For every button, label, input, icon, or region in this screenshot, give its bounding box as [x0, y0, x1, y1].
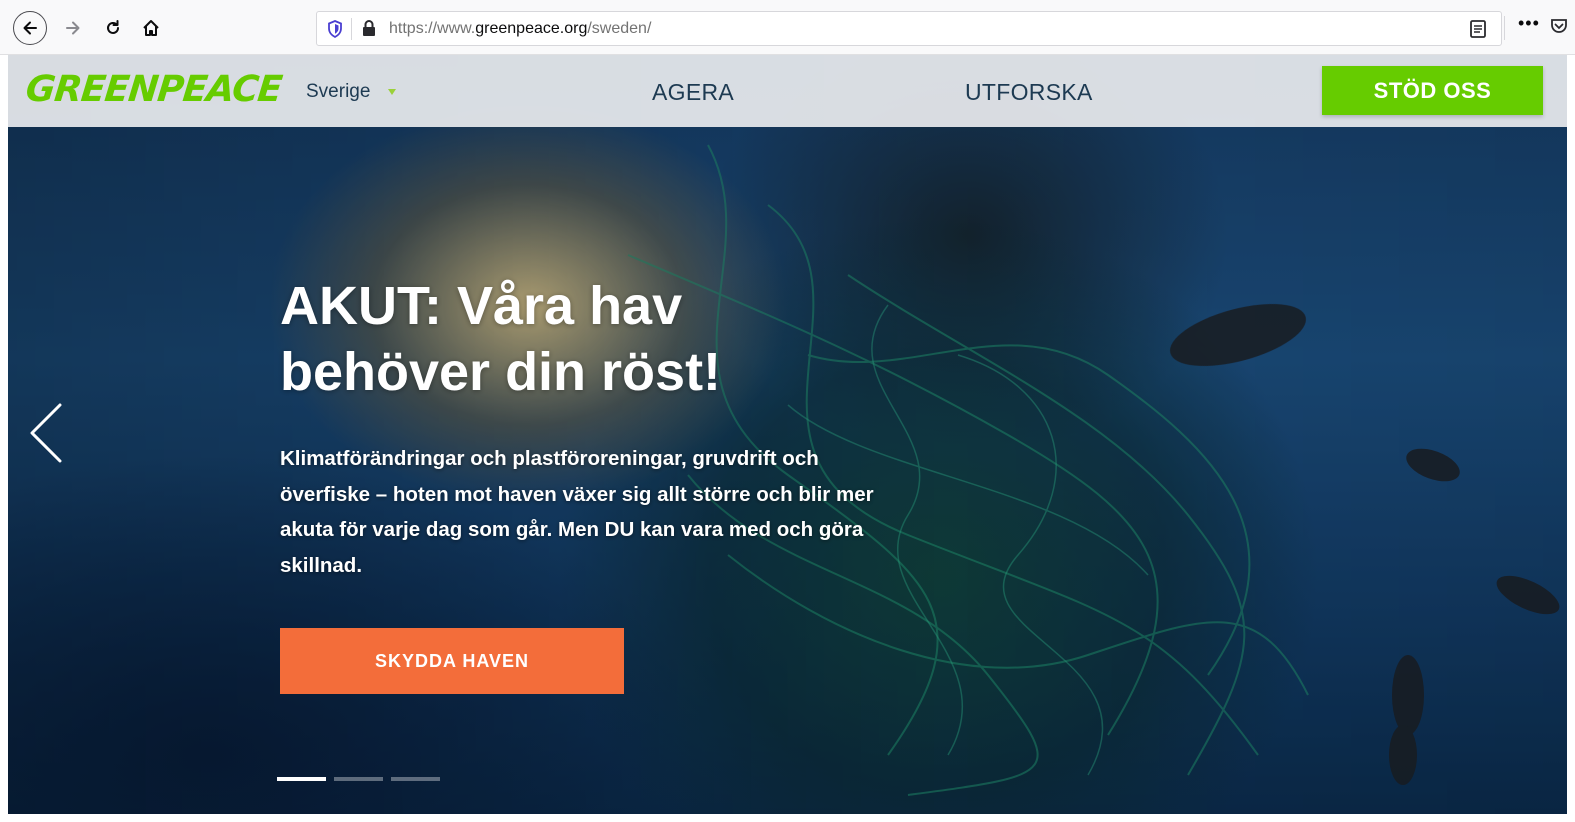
greenpeace-logo[interactable]: GREENPEACE [24, 69, 284, 110]
hero-title-line-1: AKUT: Våra hav [280, 276, 683, 336]
hero-overlay [8, 55, 1567, 814]
hero-lead: Klimatförändringar och plastföroreningar… [280, 447, 874, 577]
url-text[interactable]: https://www.greenpeace.org/sweden/ [389, 20, 651, 38]
home-icon [143, 20, 159, 36]
hero-title: AKUT: Våra hav behöver din röst! [280, 273, 840, 405]
carousel-dot[interactable] [334, 777, 383, 781]
country-selector[interactable]: Sverige [306, 81, 370, 103]
reload-icon [107, 20, 119, 34]
site-header: GREENPEACE Sverige AGERA UTFORSKA STÖD O… [8, 55, 1567, 127]
address-bar[interactable]: https://www.greenpeace.org/sweden/ [316, 11, 1502, 46]
chevron-left-icon [30, 403, 62, 463]
back-button[interactable] [13, 11, 47, 45]
carousel-indicators [277, 777, 440, 781]
arrow-left-icon [23, 21, 37, 35]
nav-utforska[interactable]: UTFORSKA [965, 79, 1093, 106]
page-viewport: GREENPEACE Sverige AGERA UTFORSKA STÖD O… [8, 55, 1567, 814]
url-domain: greenpeace.org [475, 20, 588, 37]
arrow-right-icon [66, 21, 80, 35]
browser-toolbar: https://www.greenpeace.org/sweden/ ••• [0, 0, 1575, 55]
cta-button[interactable]: SKYDDA HAVEN [280, 628, 624, 694]
more-menu-icon[interactable]: ••• [1518, 13, 1540, 34]
home-button[interactable] [134, 11, 168, 45]
reader-view-icon[interactable] [1469, 19, 1487, 44]
hero-title-line-2: behöver din röst! [280, 342, 722, 402]
tracking-shield-icon[interactable] [327, 20, 343, 43]
lock-icon[interactable] [361, 19, 377, 42]
pocket-icon[interactable] [1550, 17, 1568, 40]
url-prefix: https://www. [389, 20, 476, 37]
donate-button[interactable]: STÖD OSS [1322, 66, 1543, 115]
divider [351, 18, 352, 40]
forward-button[interactable] [56, 11, 90, 45]
url-path: /sweden/ [587, 20, 652, 37]
carousel-dot[interactable] [391, 777, 440, 781]
carousel-dot[interactable] [277, 777, 326, 781]
nav-agera[interactable]: AGERA [652, 79, 734, 106]
chevron-down-icon[interactable] [388, 89, 396, 95]
carousel-prev-button[interactable] [26, 401, 66, 470]
divider [1504, 16, 1505, 40]
reload-button[interactable] [96, 11, 130, 45]
